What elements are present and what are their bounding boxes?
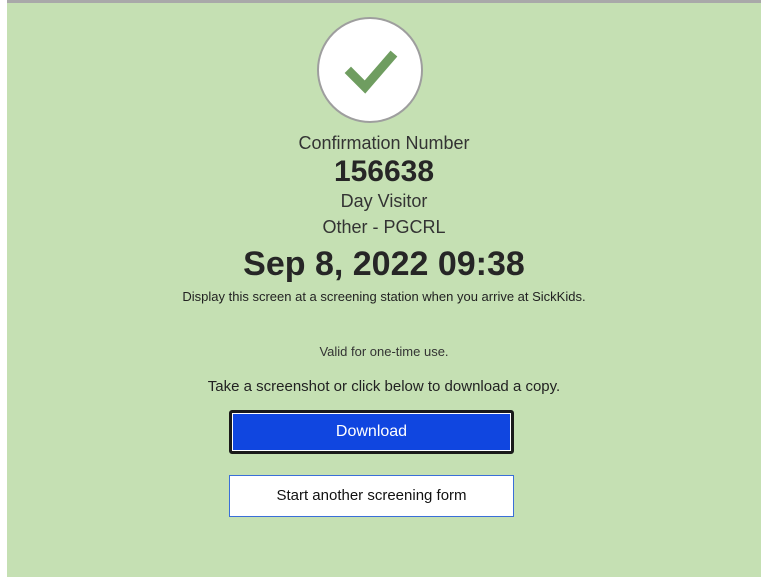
checkmark-icon xyxy=(317,17,423,123)
screening-instruction: Display this screen at a screening stati… xyxy=(182,289,586,304)
confirmation-label: Confirmation Number xyxy=(298,133,470,153)
confirmation-panel: Confirmation Number 156638 Day Visitor O… xyxy=(7,0,761,577)
visit-category: Other - PGCRL xyxy=(322,217,446,237)
visit-datetime: Sep 8, 2022 09:38 xyxy=(243,245,525,283)
start-another-form-button[interactable]: Start another screening form xyxy=(229,475,514,517)
confirmation-number: 156638 xyxy=(333,155,435,188)
screenshot-note: Take a screenshot or click below to down… xyxy=(207,378,561,395)
valid-note: Valid for one-time use. xyxy=(319,344,449,359)
visitor-type: Day Visitor xyxy=(340,191,428,211)
download-button[interactable]: Download xyxy=(229,410,514,454)
